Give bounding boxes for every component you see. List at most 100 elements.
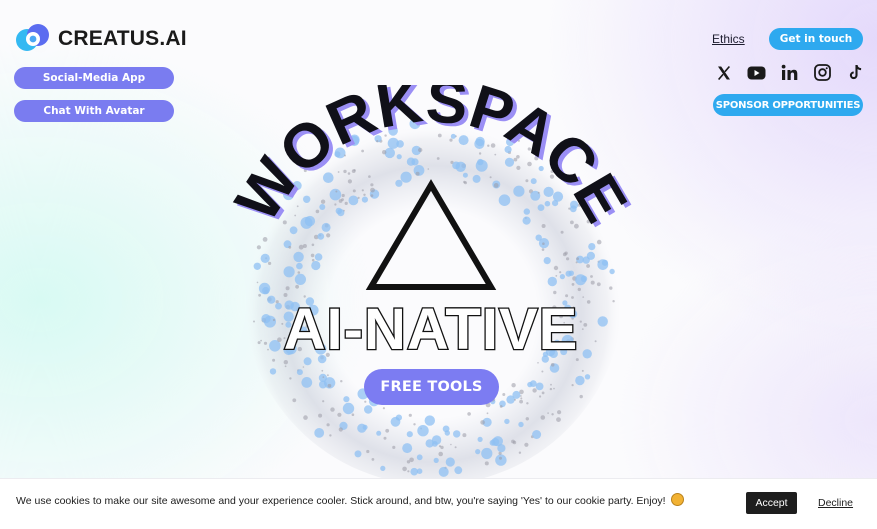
youtube-icon[interactable]: [746, 62, 767, 83]
particle-dot: [597, 316, 608, 327]
particle-dot: [511, 439, 515, 444]
particle-dot: [341, 193, 345, 198]
instagram-icon[interactable]: [812, 62, 833, 83]
particle-dot: [481, 447, 493, 460]
linkedin-icon[interactable]: [779, 62, 800, 83]
particle-dot: [317, 233, 325, 240]
free-tools-button[interactable]: FREE TOOLS: [364, 369, 499, 405]
particle-dot: [480, 420, 485, 425]
particle-dot: [402, 443, 413, 454]
particle-dot: [541, 391, 545, 395]
particle-dot: [363, 193, 366, 196]
particle-dot: [445, 457, 455, 467]
particle-dot: [543, 257, 551, 265]
accept-button[interactable]: Accept: [746, 492, 797, 514]
particle-dot: [504, 418, 510, 425]
particle-dot: [590, 275, 593, 278]
particle-dot: [571, 283, 575, 286]
particle-dot: [329, 434, 332, 437]
particle-dot: [440, 445, 444, 450]
particle-dot: [353, 169, 356, 172]
chat-with-avatar-button[interactable]: Chat With Avatar: [14, 100, 174, 122]
hero-graphic: WORKSPACE WORKSPACE AI-NATIVE: [225, 85, 645, 485]
decline-link[interactable]: Decline: [818, 497, 853, 509]
particle-dot: [257, 341, 261, 345]
particle-dot: [475, 449, 481, 455]
sponsor-opportunities-button[interactable]: SPONSOR OPPORTUNITIES: [713, 94, 863, 116]
particle-dot: [297, 271, 301, 274]
particle-dot: [550, 363, 555, 367]
particle-dot: [406, 460, 411, 464]
particle-dot: [263, 341, 268, 345]
particle-dot: [348, 195, 359, 206]
particle-dot: [586, 251, 595, 260]
particle-dot: [580, 275, 588, 282]
cookie-icon: [670, 493, 684, 506]
particle-dot: [596, 282, 601, 287]
particle-dot: [556, 417, 561, 422]
particle-dot: [529, 380, 537, 387]
particle-dot: [586, 300, 591, 304]
particle-dot: [396, 154, 402, 160]
particle-dot: [523, 208, 530, 215]
particle-dot: [296, 262, 303, 270]
particle-dot: [416, 468, 423, 475]
hero-illustration: WORKSPACE WORKSPACE AI-NATIVE: [225, 85, 644, 485]
particle-dot: [294, 273, 306, 285]
particle-dot: [343, 169, 347, 174]
particle-dot: [302, 366, 305, 368]
particle-dot: [335, 190, 338, 193]
get-in-touch-button[interactable]: Get in touch: [769, 28, 863, 50]
particle-dot: [484, 461, 489, 466]
particle-dot: [427, 168, 430, 170]
particle-dot: [424, 415, 435, 426]
tiktok-icon[interactable]: [845, 62, 866, 83]
particle-dot: [385, 428, 390, 433]
particle-dot: [553, 265, 559, 271]
particle-dot: [583, 323, 588, 327]
particle-dot: [478, 152, 482, 155]
particle-dot: [541, 248, 545, 251]
particle-dot: [364, 400, 367, 403]
particle-dot: [343, 396, 350, 403]
particle-dot: [253, 262, 261, 270]
particle-dot: [609, 286, 613, 290]
particle-dot: [335, 207, 342, 215]
particle-dot: [586, 264, 590, 268]
particle-dot: [498, 194, 511, 206]
particle-dot: [559, 274, 565, 280]
particle-dot: [315, 209, 320, 214]
particle-dot: [575, 375, 585, 386]
particle-dot: [588, 243, 596, 251]
particle-dot: [576, 257, 579, 261]
particle-dot: [464, 181, 467, 185]
particle-dot: [311, 258, 315, 262]
particle-dot: [361, 196, 368, 203]
particle-dot: [275, 300, 279, 304]
particle-dot: [553, 290, 557, 295]
ethics-link[interactable]: Ethics: [712, 32, 745, 46]
particle-dot: [272, 318, 276, 322]
particle-dot: [322, 400, 325, 403]
particle-dot: [436, 157, 440, 160]
particle-dot: [301, 377, 313, 388]
particle-dot: [269, 368, 277, 375]
particle-dot: [518, 421, 524, 428]
social-media-app-button[interactable]: Social-Media App: [14, 67, 174, 89]
x-icon[interactable]: [713, 62, 734, 83]
particle-dot: [537, 191, 540, 194]
particle-dot: [568, 270, 574, 276]
particle-dot: [537, 204, 545, 211]
particle-dot: [520, 397, 523, 400]
particle-dot: [366, 449, 370, 454]
particle-dot: [326, 233, 331, 238]
particle-dot: [550, 383, 552, 386]
particle-dot: [575, 261, 578, 264]
particle-dot: [303, 415, 308, 420]
particle-dot: [579, 320, 582, 323]
particle-dot: [262, 286, 270, 295]
particle-dot: [486, 412, 489, 415]
particle-dot: [596, 239, 602, 245]
particle-dot: [590, 280, 595, 285]
site-logo[interactable]: CREATUS.AI: [14, 22, 187, 56]
